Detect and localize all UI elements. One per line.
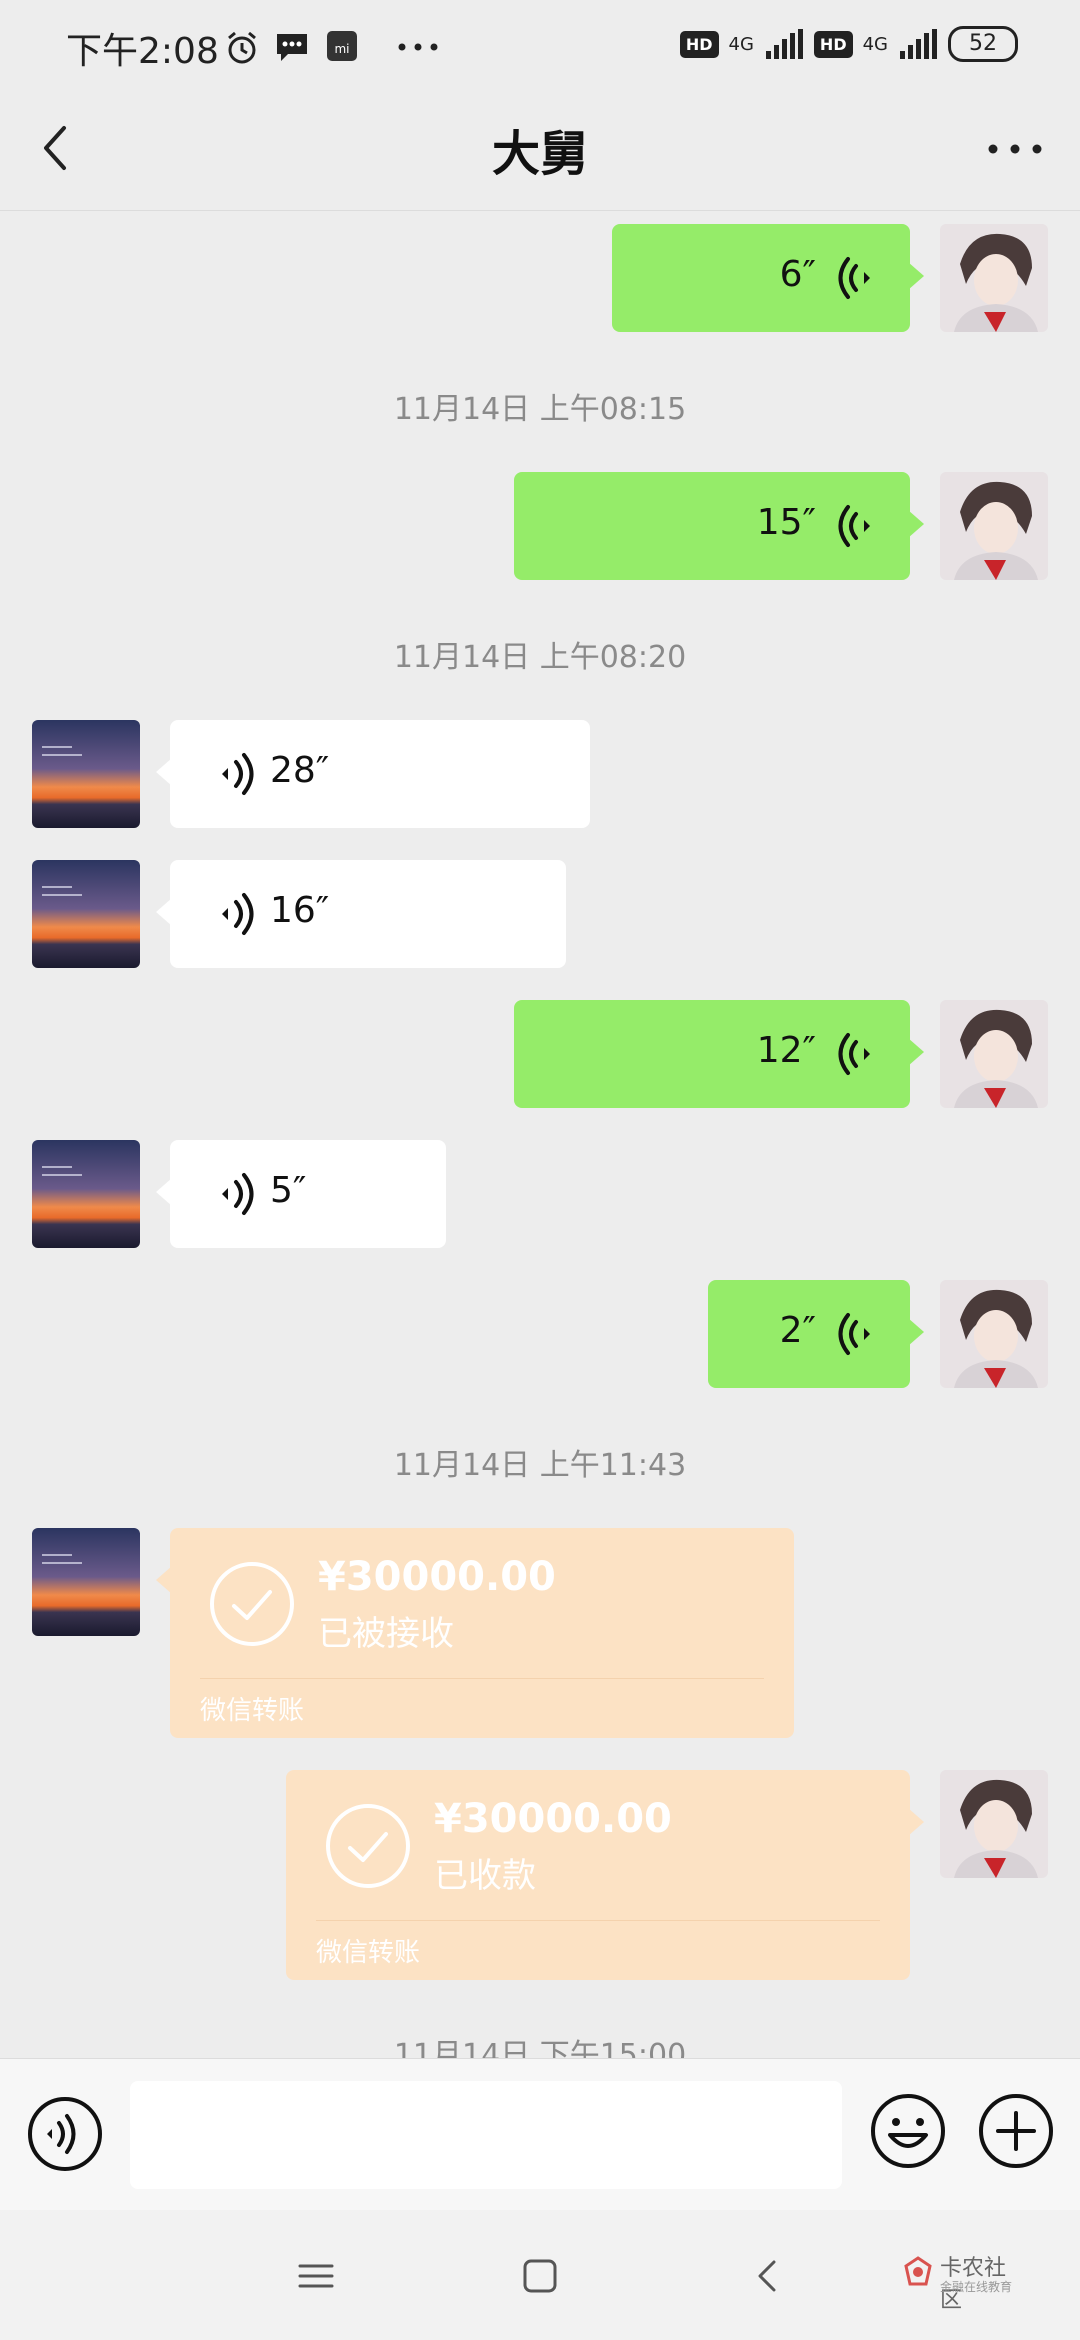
avatar-self-image — [940, 1000, 1048, 1108]
avatar-self[interactable] — [940, 472, 1048, 580]
avatar-contact[interactable] — [32, 860, 140, 968]
avatar-contact-image — [32, 860, 140, 968]
voice-duration: 5″ — [270, 1170, 307, 1211]
avatar-self[interactable] — [940, 1280, 1048, 1388]
watermark-subtext: 金融在线教育 — [940, 2280, 1013, 2294]
chat-title: 大舅 — [491, 126, 588, 182]
voice-message-incoming[interactable]: 5″ — [156, 1140, 446, 1248]
input-bar — [0, 2058, 1080, 2211]
avatar-self[interactable] — [940, 224, 1048, 332]
more-notifications-icon — [398, 43, 438, 51]
avatar-self[interactable] — [940, 1000, 1048, 1108]
svg-text:mi: mi — [334, 42, 349, 56]
transfer-status: 已被接收 — [318, 1614, 454, 1654]
avatar-contact-image — [32, 720, 140, 828]
voice-wave-icon — [838, 257, 870, 299]
avatar-self-image — [940, 1280, 1048, 1388]
more-icon[interactable] — [980, 114, 1050, 184]
hd-badge: HD — [679, 30, 719, 58]
transfer-divider — [200, 1678, 764, 1679]
voice-wave-icon — [838, 1033, 870, 1075]
avatar-contact[interactable] — [32, 1528, 140, 1636]
avatar-self-image — [940, 1770, 1048, 1878]
voice-message-outgoing[interactable]: 6″ — [612, 224, 924, 332]
voice-message-outgoing[interactable]: 15″ — [514, 472, 924, 580]
battery-indicator: 52 — [948, 26, 1018, 62]
avatar-self[interactable] — [940, 1770, 1048, 1878]
voice-duration: 12″ — [756, 1030, 816, 1071]
voice-wave-icon — [222, 1173, 254, 1215]
home-icon[interactable] — [518, 2254, 562, 2298]
voice-duration: 28″ — [270, 750, 330, 791]
back-nav-icon[interactable] — [746, 2254, 790, 2298]
chat-header: 大舅 — [0, 88, 1080, 211]
transfer-amount: ¥30000.00 — [434, 1796, 672, 1842]
voice-wave-icon — [222, 893, 254, 935]
voice-message-incoming[interactable]: 28″ — [156, 720, 590, 828]
transfer-amount: ¥30000.00 — [318, 1554, 556, 1600]
voice-duration: 15″ — [756, 502, 816, 543]
voice-wave-icon — [838, 505, 870, 547]
status-right: HD 4G HD 4G 52 — [679, 26, 1018, 62]
watermark-logo-icon — [904, 2256, 932, 2286]
avatar-contact-image — [32, 1140, 140, 1248]
avatar-contact[interactable] — [32, 720, 140, 828]
transfer-label: 微信转账 — [316, 1938, 421, 1968]
plus-icon[interactable] — [976, 2091, 1056, 2171]
transfer-card-incoming[interactable]: ¥30000.00 已被接收 微信转账 — [156, 1528, 794, 1738]
back-arrow-icon[interactable] — [34, 114, 104, 184]
voice-duration: 16″ — [270, 890, 330, 931]
check-circle-icon — [326, 1804, 410, 1888]
hd-badge-2: HD — [813, 30, 853, 58]
transfer-label: 微信转账 — [200, 1696, 305, 1726]
emoji-icon[interactable] — [868, 2091, 948, 2171]
voice-wave-icon — [222, 753, 254, 795]
voice-duration: 2″ — [779, 1310, 816, 1351]
system-nav-bar: 卡农社区 金融在线教育 — [0, 2210, 1080, 2340]
avatar-self-image — [940, 224, 1048, 332]
signal-icon-2 — [900, 29, 937, 59]
voice-duration: 6″ — [779, 254, 816, 295]
status-time: 下午2:08 — [66, 31, 219, 72]
avatar-self-image — [940, 472, 1048, 580]
transfer-divider — [316, 1920, 880, 1921]
voice-message-outgoing[interactable]: 2″ — [708, 1280, 924, 1388]
alarm-icon — [228, 31, 256, 64]
mi-icon: mi — [327, 31, 357, 61]
menu-icon[interactable] — [294, 2254, 338, 2298]
network-label-1: 4G — [728, 33, 754, 55]
message-input[interactable] — [130, 2081, 842, 2189]
voice-input-icon[interactable] — [26, 2095, 104, 2173]
signal-icon — [765, 29, 803, 59]
watermark: 卡农社区 金融在线教育 — [900, 2248, 1020, 2313]
status-bar: 下午2:08 mi HD 4G HD 4G 52 — [0, 0, 1080, 88]
voice-wave-icon — [838, 1313, 870, 1355]
voice-message-incoming[interactable]: 16″ — [156, 860, 566, 968]
network-label-2: 4G — [862, 33, 888, 55]
transfer-card-outgoing[interactable]: ¥30000.00 已收款 微信转账 — [286, 1770, 924, 1980]
avatar-contact-image — [32, 1528, 140, 1636]
check-circle-icon — [210, 1562, 294, 1646]
timestamp: 11月14日 上午08:20 — [393, 640, 687, 675]
timestamp: 11月14日 上午08:15 — [393, 392, 687, 427]
message-icon — [277, 34, 307, 61]
transfer-status: 已收款 — [434, 1856, 536, 1896]
timestamp: 11月14日 上午11:43 — [393, 1448, 687, 1483]
avatar-contact[interactable] — [32, 1140, 140, 1248]
voice-message-outgoing[interactable]: 12″ — [514, 1000, 924, 1108]
